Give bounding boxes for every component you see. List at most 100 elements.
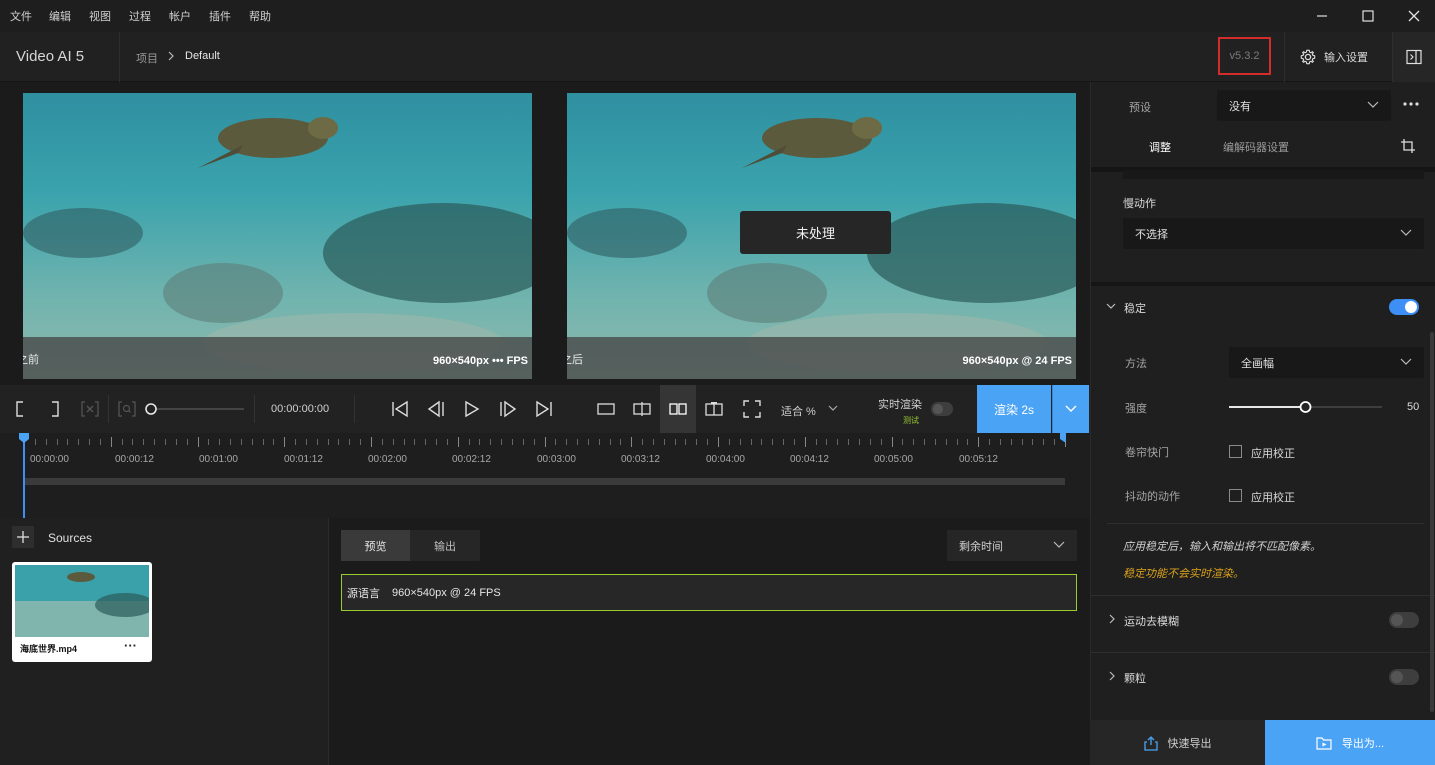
rolling-shutter-checkbox[interactable] [1229,445,1242,458]
view-side-by-side-button[interactable] [660,385,696,433]
breadcrumb-project[interactable]: 项目 [136,50,158,66]
timeline-tick [436,439,438,445]
playhead[interactable] [23,433,25,518]
prev-frame-button[interactable] [424,397,448,421]
grain-toggle[interactable] [1389,669,1419,685]
method-select[interactable]: 全画幅 [1229,347,1424,378]
menu-account[interactable]: 帐户 [169,8,191,24]
menu-help[interactable]: 帮助 [249,8,271,24]
crop-icon[interactable] [1400,138,1416,154]
menu-edit[interactable]: 编辑 [49,8,71,24]
timeline-tick [1043,439,1045,445]
preset-value: 没有 [1229,100,1251,113]
timeline-tick [414,439,416,445]
time-label: 00:03:12 [621,454,660,465]
menubar: 文件 编辑 视图 过程 帐户 插件 帮助 [0,0,1435,32]
timeline-tick [577,439,579,445]
minimize-button[interactable] [1302,4,1342,28]
chevron-right-icon[interactable] [1108,614,1116,624]
timeline-tick [772,439,774,445]
play-button[interactable] [460,397,484,421]
time-label: 00:03:00 [537,454,576,465]
tab-preview[interactable]: 预览 [341,530,410,561]
stabilize-warning: 稳定功能不会实时渲染。 [1123,568,1244,580]
fullscreen-button[interactable] [740,397,764,421]
version-label: v5.3.2 [1218,37,1271,75]
menu-view[interactable]: 视图 [89,8,111,24]
breadcrumb-current[interactable]: Default [185,50,220,62]
stabilize-toggle[interactable] [1389,299,1419,315]
chevron-down-icon [828,405,838,411]
skip-start-button[interactable] [388,397,412,421]
menu-process[interactable]: 过程 [129,8,151,24]
view-single-button[interactable] [594,397,618,421]
realtime-toggle[interactable] [931,402,953,416]
tab-codec-settings[interactable]: 编解码器设置 [1223,139,1289,155]
more-icon[interactable] [1403,102,1419,106]
before-video-frame[interactable]: 之前 960×540px ••• FPS [23,93,532,379]
export-as-button[interactable]: 导出为... [1265,720,1435,765]
chevron-down-icon[interactable] [1106,303,1116,311]
add-source-button[interactable] [12,526,34,548]
render-options-button[interactable] [1052,385,1089,433]
timeline-tick [143,439,145,445]
end-marker[interactable] [1060,433,1066,443]
timeline-tick [273,439,275,445]
prev-frame-icon [427,400,444,418]
quick-export-button[interactable]: 快速导出 [1090,720,1265,765]
jitter-check-label[interactable]: 应用校正 [1251,489,1295,505]
skip-end-button[interactable] [532,397,556,421]
timeline-tick [381,439,383,445]
zoom-button[interactable] [115,397,139,421]
timeline[interactable]: 00:00:00 00:00:12 00:01:00 00:01:12 00:0… [0,433,1090,518]
strength-slider[interactable] [1229,400,1382,414]
render-preview-button[interactable]: 渲染 2s [977,385,1051,433]
timeline-tick [89,439,91,445]
clip-more-button[interactable]: ··· [124,638,137,653]
settings-panel: 预设 没有 调整 编解码器设置 慢动作 不选择 稳定 方法 全画幅 强度 50 … [1090,82,1435,720]
sources-panel: Sources 海底世界.mp4 ··· [0,518,329,765]
rolling-shutter-check-label[interactable]: 应用校正 [1251,445,1295,461]
playhead-handle[interactable] [19,433,29,443]
close-button[interactable] [1394,4,1434,28]
tab-adjust[interactable]: 调整 [1149,139,1171,155]
jitter-checkbox[interactable] [1229,489,1242,502]
time-label: 00:05:00 [874,454,913,465]
clear-marks-button[interactable] [78,397,102,421]
timeline-tick [240,439,242,445]
panel-toggle-button[interactable] [1392,32,1435,82]
timeline-track[interactable] [24,478,1065,485]
strength-label: 强度 [1125,403,1147,415]
view-split-button[interactable] [630,397,654,421]
next-frame-button[interactable] [496,397,520,421]
app-title: Video AI 5 [16,48,85,65]
bracket-right-icon [52,401,59,417]
time-label: 00:02:00 [368,454,407,465]
zoom-fit-select[interactable]: 适合 % [781,403,816,419]
mark-in-button[interactable] [8,397,32,421]
preset-select[interactable]: 没有 [1217,90,1391,121]
motion-deblur-toggle[interactable] [1389,612,1419,628]
chevron-down-icon [1367,101,1379,108]
source-clip-card[interactable]: 海底世界.mp4 ··· [12,562,152,662]
maximize-button[interactable] [1348,4,1388,28]
queue-tabs: 预览 输出 [341,530,480,561]
view-stacked-button[interactable] [702,397,726,421]
timeline-tick [262,439,264,445]
tab-output[interactable]: 输出 [410,530,480,561]
menu-plugins[interactable]: 插件 [209,8,231,24]
settings-scrollbar[interactable] [1430,332,1434,712]
menu-file[interactable]: 文件 [10,8,32,24]
queue-job-row[interactable]: 源语言 960×540px @ 24 FPS [341,574,1077,611]
timeline-tick [219,439,221,445]
split-view-icon [633,402,651,416]
input-settings-button[interactable]: 输入设置 [1284,32,1392,82]
mark-out-button[interactable] [43,397,67,421]
timeline-tick [555,439,557,445]
sort-select[interactable]: 剩余时间 [947,530,1077,561]
slowmo-select[interactable]: 不选择 [1123,218,1424,249]
timeline-tick [1032,439,1034,445]
zoom-slider[interactable] [145,403,245,415]
chevron-right-icon[interactable] [1108,671,1116,681]
skip-end-icon [536,400,552,418]
